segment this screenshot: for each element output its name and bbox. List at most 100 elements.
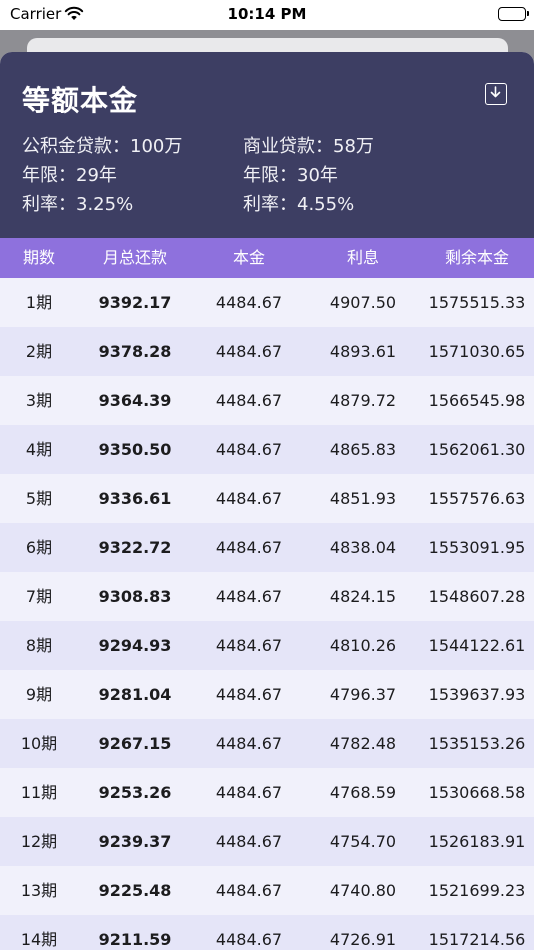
interest-cell: 4810.26 [329,636,397,655]
remaining-principal-cell: 1566545.98 [428,391,526,410]
table-row: 4期 9350.50 4484.67 4865.83 1562061.30 [0,425,534,474]
table-row: 5期 9336.61 4484.67 4851.93 1557576.63 [0,474,534,523]
interest-cell: 4740.80 [329,881,397,900]
table-row: 8期 9294.93 4484.67 4810.26 1544122.61 [0,621,534,670]
principal-cell: 4484.67 [215,342,283,361]
period-cell: 2期 [25,342,53,361]
interest-cell: 4851.93 [329,489,397,508]
column-header-remaining-principal: 剩余本金 [444,248,509,267]
monthly-payment-cell: 9322.72 [98,538,172,557]
principal-cell: 4484.67 [215,489,283,508]
table-row: 14期 9211.59 4484.67 4726.91 1517214.56 [0,915,534,950]
principal-cell: 4484.67 [215,538,283,557]
table-row: 3期 9364.39 4484.67 4879.72 1566545.98 [0,376,534,425]
monthly-payment-cell: 9253.26 [98,783,172,802]
table-row: 1期 9392.17 4484.67 4907.50 1575515.33 [0,278,534,327]
principal-cell: 4484.67 [215,391,283,410]
principal-cell: 4484.67 [215,881,283,900]
period-cell: 9期 [25,685,53,704]
remaining-principal-cell: 1526183.91 [428,832,526,851]
table-row: 2期 9378.28 4484.67 4893.61 1571030.65 [0,327,534,376]
table-row: 10期 9267.15 4484.67 4782.48 1535153.26 [0,719,534,768]
interest-cell: 4754.70 [329,832,397,851]
summary-header: 等额本金 公积金贷款：100万 商业贷款：58万 年限：29年 年限：30年 利… [0,52,534,238]
period-cell: 6期 [25,538,53,557]
commercial-loan-rate: 利率：4.55% [243,194,355,215]
monthly-payment-cell: 9239.37 [98,832,172,851]
principal-cell: 4484.67 [215,685,283,704]
principal-cell: 4484.67 [215,734,283,753]
period-cell: 8期 [25,636,53,655]
monthly-payment-cell: 9267.15 [98,734,172,753]
period-cell: 5期 [25,489,53,508]
principal-cell: 4484.67 [215,587,283,606]
status-bar: Carrier 10:14 PM [0,0,534,30]
table-row: 11期 9253.26 4484.67 4768.59 1530668.58 [0,768,534,817]
column-header-period: 期数 [22,248,55,267]
interest-cell: 4907.50 [329,293,397,312]
remaining-principal-cell: 1562061.30 [428,440,526,459]
monthly-payment-cell: 9364.39 [98,391,172,410]
interest-cell: 4726.91 [329,930,397,949]
monthly-payment-cell: 9211.59 [98,930,172,949]
battery-icon [498,7,529,21]
remaining-principal-cell: 1539637.93 [428,685,526,704]
fund-loan-amount: 公积金贷款：100万 [22,136,183,157]
principal-cell: 4484.67 [215,293,283,312]
remaining-principal-cell: 1557576.63 [428,489,526,508]
repayment-sheet: 等额本金 公积金贷款：100万 商业贷款：58万 年限：29年 年限：30年 利… [0,52,534,950]
page-title: 等额本金 [22,84,139,117]
principal-cell: 4484.67 [215,783,283,802]
monthly-payment-cell: 9225.48 [98,881,172,900]
remaining-principal-cell: 1521699.23 [428,881,526,900]
interest-cell: 4824.15 [329,587,397,606]
monthly-payment-cell: 9378.28 [98,342,172,361]
principal-cell: 4484.67 [215,440,283,459]
table-row: 7期 9308.83 4484.67 4824.15 1548607.28 [0,572,534,621]
download-icon[interactable] [485,83,507,105]
interest-cell: 4865.83 [329,440,397,459]
remaining-principal-cell: 1535153.26 [428,734,526,753]
interest-cell: 4893.61 [329,342,397,361]
interest-cell: 4796.37 [329,685,397,704]
period-cell: 12期 [20,832,58,851]
period-cell: 11期 [20,783,58,802]
table-header: 期数 月总还款 本金 利息 剩余本金 [0,238,534,278]
repayment-table: 1期 9392.17 4484.67 4907.50 1575515.33 2期… [0,278,534,950]
remaining-principal-cell: 1530668.58 [428,783,526,802]
monthly-payment-cell: 9281.04 [98,685,172,704]
interest-cell: 4838.04 [329,538,397,557]
commercial-loan-amount: 商业贷款：58万 [243,136,374,157]
interest-cell: 4768.59 [329,783,397,802]
monthly-payment-cell: 9350.50 [98,440,172,459]
remaining-principal-cell: 1548607.28 [428,587,526,606]
monthly-payment-cell: 9336.61 [98,489,172,508]
period-cell: 13期 [20,881,58,900]
monthly-payment-cell: 9308.83 [98,587,172,606]
table-row: 6期 9322.72 4484.67 4838.04 1553091.95 [0,523,534,572]
remaining-principal-cell: 1544122.61 [428,636,526,655]
period-cell: 10期 [20,734,58,753]
period-cell: 1期 [25,293,53,312]
monthly-payment-cell: 9392.17 [98,293,172,312]
clock: 10:14 PM [227,5,307,23]
table-row: 13期 9225.48 4484.67 4740.80 1521699.23 [0,866,534,915]
fund-loan-rate: 利率：3.25% [22,194,134,215]
table-row: 12期 9239.37 4484.67 4754.70 1526183.91 [0,817,534,866]
column-header-interest: 利息 [346,248,379,267]
principal-cell: 4484.67 [215,636,283,655]
period-cell: 3期 [25,391,53,410]
interest-cell: 4879.72 [329,391,397,410]
monthly-payment-cell: 9294.93 [98,636,172,655]
commercial-loan-years: 年限：30年 [243,165,338,186]
principal-cell: 4484.67 [215,832,283,851]
period-cell: 7期 [25,587,53,606]
remaining-principal-cell: 1553091.95 [428,538,526,557]
column-header-principal: 本金 [232,248,265,267]
period-cell: 4期 [25,440,53,459]
period-cell: 14期 [20,930,58,949]
remaining-principal-cell: 1571030.65 [428,342,526,361]
remaining-principal-cell: 1575515.33 [428,293,526,312]
fund-loan-years: 年限：29年 [22,165,117,186]
table-row: 9期 9281.04 4484.67 4796.37 1539637.93 [0,670,534,719]
